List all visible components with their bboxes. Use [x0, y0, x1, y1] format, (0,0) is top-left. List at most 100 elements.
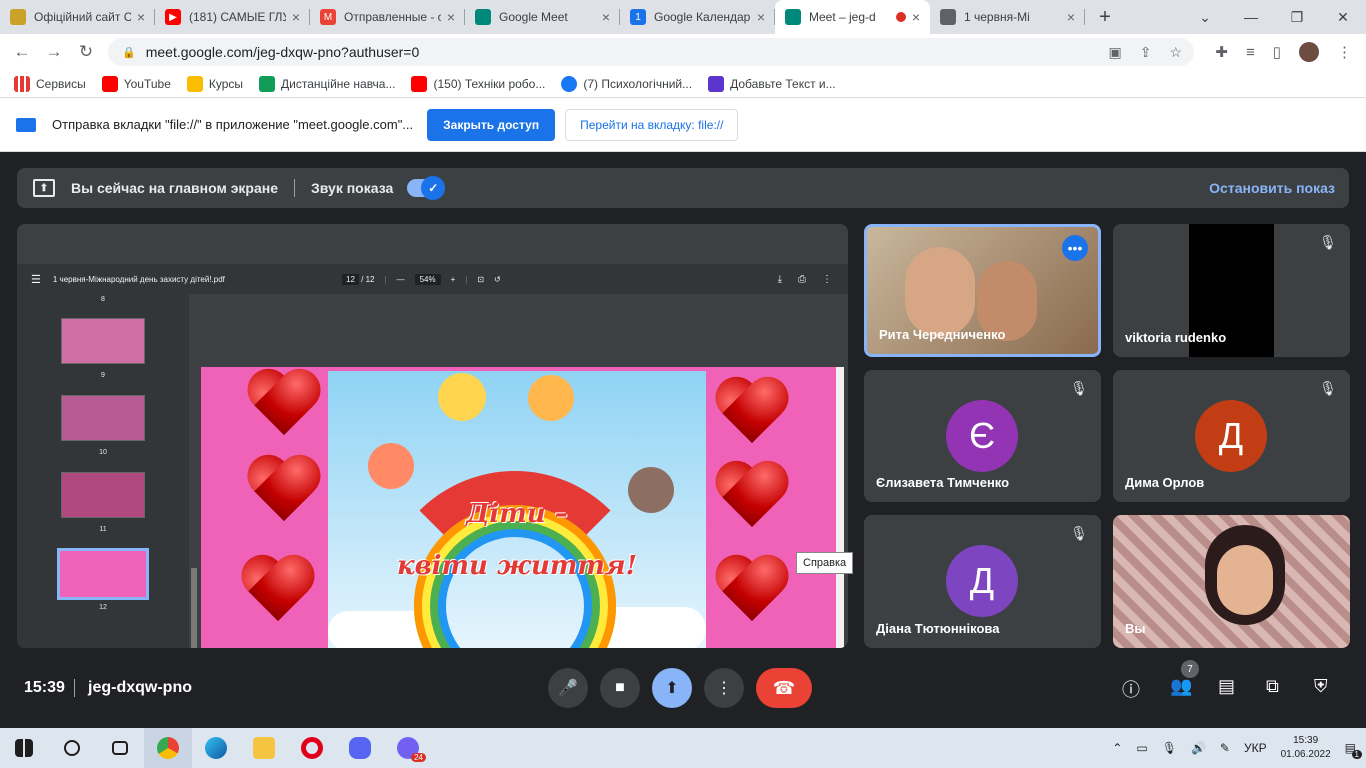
facebook-icon: [561, 75, 578, 92]
stop-sharing-button[interactable]: Закрыть доступ: [427, 108, 556, 141]
page-thumbnail[interactable]: [61, 318, 145, 364]
url-field[interactable]: 🔒 meet.google.com/jeg-dxqw-pno?authuser=…: [108, 38, 1194, 66]
bookmark-distance[interactable]: Дистанційне навча...: [259, 75, 395, 92]
zoom-level[interactable]: 54%: [414, 273, 441, 285]
explorer-taskbar-icon[interactable]: [240, 728, 288, 768]
close-tab-icon[interactable]: ×: [602, 9, 610, 25]
chevron-up-icon[interactable]: ⌃: [1112, 741, 1122, 755]
hamburger-icon[interactable]: ☰: [31, 273, 41, 286]
browser-tab[interactable]: Офіційний сайт С ×: [0, 0, 155, 34]
meet-stage: ⬆ Вы сейчас на главном экране Звук показ…: [0, 152, 1366, 728]
zoom-out-icon[interactable]: —: [397, 275, 405, 284]
browser-tab[interactable]: ▶ (181) САМЫЕ ГЛУ ×: [155, 0, 310, 34]
download-icon[interactable]: ⤓: [778, 274, 782, 285]
tab-sharing-infobar: Отправка вкладки "file://" в приложение …: [0, 98, 1366, 152]
browser-tab-active[interactable]: Meet – jeg-d ×: [775, 0, 930, 34]
maximize-button[interactable]: ❐: [1274, 0, 1320, 34]
microphone-button[interactable]: 🎤: [548, 668, 588, 708]
menu-icon[interactable]: ⋮: [1337, 43, 1352, 61]
page-scrollbar[interactable]: [836, 367, 844, 648]
fit-page-icon[interactable]: ⊡: [477, 275, 484, 284]
browser-tab[interactable]: M Отправленные - c ×: [310, 0, 465, 34]
participant-name: Дима Орлов: [1125, 475, 1205, 490]
participant-tile[interactable]: Д 🎙 Дима Орлов: [1113, 370, 1350, 502]
close-tab-icon[interactable]: ×: [757, 9, 765, 25]
participant-tile[interactable]: ••• Рита Чередниченко: [864, 224, 1101, 357]
page-thumbnail[interactable]: [61, 395, 145, 441]
participant-name: Єлизавета Тимченко: [876, 475, 1010, 490]
minimize-button[interactable]: —: [1228, 0, 1274, 34]
sidepanel-icon[interactable]: ▯: [1273, 43, 1281, 61]
close-tab-icon[interactable]: ×: [912, 9, 920, 25]
share-audio-toggle[interactable]: [407, 176, 446, 200]
bookmark-psychology[interactable]: (7) Психологічний...: [561, 75, 692, 92]
pdf-page: Діти – квіти життя!: [201, 367, 837, 648]
end-call-button[interactable]: ☎: [756, 668, 812, 708]
people-icon[interactable]: 👥: [1170, 676, 1192, 697]
close-tab-icon[interactable]: ×: [447, 9, 455, 25]
close-tab-icon[interactable]: ×: [1067, 9, 1075, 25]
start-button[interactable]: [0, 728, 48, 768]
meeting-details-icon[interactable]: ⓘ: [1122, 676, 1140, 702]
bookmark-apps[interactable]: Сервисы: [14, 75, 86, 92]
notification-icon[interactable]: ▤ 1: [1345, 741, 1362, 759]
mic-tray-icon[interactable]: 🎙: [1162, 741, 1177, 755]
opera-taskbar-icon[interactable]: [288, 728, 336, 768]
bookmark-star-icon[interactable]: ☆: [1169, 44, 1182, 61]
bookmark-youtube[interactable]: YouTube: [101, 75, 171, 92]
close-window-button[interactable]: ✕: [1320, 0, 1366, 34]
forward-icon[interactable]: →: [38, 42, 70, 62]
more-options-button[interactable]: ⋮: [704, 668, 744, 708]
media-icon[interactable]: ≡: [1246, 44, 1255, 61]
browser-tab[interactable]: Google Meet ×: [465, 0, 620, 34]
camera-icon[interactable]: ▣: [1108, 44, 1121, 61]
browser-tab[interactable]: 1 Google Календарь ×: [620, 0, 775, 34]
task-view-button[interactable]: [96, 728, 144, 768]
print-icon[interactable]: ⎙: [798, 274, 806, 285]
page-thumbnail[interactable]: [61, 472, 145, 518]
zoom-in-icon[interactable]: +: [451, 275, 456, 284]
camera-button[interactable]: ■: [600, 668, 640, 708]
participant-tile[interactable]: Д 🎙 Діана Тютюннікова: [864, 515, 1101, 648]
participant-tile-self[interactable]: Вы: [1113, 515, 1350, 648]
thumbnail-scrollbar[interactable]: [191, 568, 197, 648]
reload-icon[interactable]: ↻: [70, 42, 102, 62]
back-icon[interactable]: ←: [6, 42, 38, 62]
page-thumbnail-current[interactable]: [57, 548, 149, 600]
infobar-message: Отправка вкладки "file://" в приложение …: [52, 117, 414, 132]
rotate-icon[interactable]: ↺: [494, 275, 501, 284]
viber-taskbar-icon[interactable]: 24: [384, 728, 432, 768]
switch-tab-button[interactable]: Перейти на вкладку: file://: [565, 108, 739, 141]
participant-tile[interactable]: Є 🎙 Єлизавета Тимченко: [864, 370, 1101, 502]
pen-icon[interactable]: ✎: [1220, 741, 1230, 755]
profile-avatar[interactable]: [1299, 42, 1319, 62]
edge-taskbar-icon[interactable]: [192, 728, 240, 768]
close-tab-icon[interactable]: ×: [292, 9, 300, 25]
chat-icon[interactable]: ▤: [1218, 676, 1235, 697]
volume-icon[interactable]: 🔊: [1191, 741, 1206, 755]
more-icon[interactable]: ⋮: [822, 274, 832, 285]
stop-presenting-button[interactable]: Остановить показ: [1209, 180, 1335, 196]
new-tab-button[interactable]: +: [1085, 0, 1125, 34]
bookmark-add-text[interactable]: Добавьте Текст и...: [708, 75, 836, 92]
more-options-icon[interactable]: •••: [1062, 235, 1088, 261]
close-tab-icon[interactable]: ×: [137, 9, 145, 25]
participant-tile[interactable]: 🎙 viktoria rudenko: [1113, 224, 1350, 357]
language-indicator[interactable]: УКР: [1244, 741, 1267, 755]
discord-taskbar-icon[interactable]: [336, 728, 384, 768]
host-controls-icon[interactable]: ⛨: [1314, 676, 1328, 697]
present-button[interactable]: ⬆: [652, 668, 692, 708]
bookmark-courses[interactable]: Курсы: [186, 75, 243, 92]
tab-search-icon[interactable]: ⌄: [1182, 0, 1228, 34]
taskbar-clock[interactable]: 15:39 01.06.2022: [1281, 734, 1331, 762]
network-icon[interactable]: ▭: [1136, 741, 1147, 755]
chrome-taskbar-icon[interactable]: [144, 728, 192, 768]
bookmark-techniques[interactable]: (150) Техніки робо...: [411, 75, 545, 92]
browser-tab[interactable]: 1 червня-Мі ×: [930, 0, 1085, 34]
activities-icon[interactable]: ⧉: [1266, 676, 1279, 697]
page-input[interactable]: 12: [342, 273, 359, 285]
extensions-icon[interactable]: ✚: [1215, 43, 1228, 61]
lock-icon[interactable]: 🔒: [122, 46, 136, 59]
search-button[interactable]: [48, 728, 96, 768]
share-icon[interactable]: ⇪: [1140, 44, 1152, 61]
